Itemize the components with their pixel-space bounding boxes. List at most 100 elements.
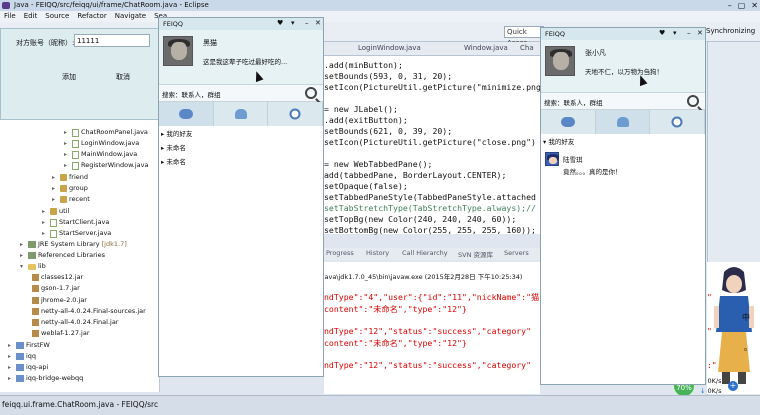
tab-servers[interactable]: Servers [504, 249, 529, 257]
console-line: ndType":"4","user":{"id":"11","nickName"… [324, 292, 540, 302]
skin-icon[interactable]: ♥ [659, 29, 665, 38]
group-item[interactable]: ▸ 我的好友 [161, 128, 192, 138]
console-tab-bar: Progress History Call Hierarchy SVN 资源库 … [324, 248, 540, 260]
contact-name: 陆雪琪 [563, 156, 583, 164]
tree-item[interactable]: ▸ LoginWindow.java [64, 138, 139, 149]
tab-progress[interactable]: Progress [326, 249, 354, 257]
console-launch-path: es\Java\jdk1.7.0_45\bin\javaw.exe (2015年… [313, 273, 523, 281]
tab-call-hierarchy[interactable]: Call Hierarchy [402, 249, 448, 257]
tree-item[interactable]: ▸ iqq [8, 351, 36, 362]
console-line: ndType":"12","status":"success","categor… [324, 360, 532, 370]
window-title-bar: Java - FEIQQ/src/feiqq/ui/frame/ChatRoom… [0, 0, 760, 11]
menu-file[interactable]: File [4, 11, 16, 22]
tree-item[interactable]: ▸ util [42, 206, 69, 217]
group-item[interactable]: ▸ 未命名 [161, 156, 186, 166]
tab-login-window[interactable]: LoginWindow.java [358, 44, 421, 52]
project-icon [16, 353, 24, 360]
close-icon[interactable]: ✕ [315, 19, 321, 28]
status-bar: feiqq.ui.frame.ChatRoom.java - FEIQQ/src [0, 395, 760, 415]
account-input[interactable]: 11111 [74, 34, 150, 47]
chat-bubble-icon [178, 109, 193, 119]
jar-icon [32, 319, 39, 326]
contacts-icon [616, 117, 629, 127]
quick-access-input[interactable]: Quick Acces [504, 26, 544, 47]
console-line: ndType":"12","status":"success","categor… [324, 326, 532, 336]
editor-tab-bar: LoginWindow.java Window.java Cha [324, 42, 540, 56]
contact-item[interactable]: 陆雪琪 竟然。。。真的是你！ [541, 148, 705, 184]
tab-history[interactable] [650, 110, 706, 134]
tab-history[interactable]: History [366, 249, 389, 257]
clock-icon [671, 116, 683, 128]
avatar[interactable] [163, 36, 193, 66]
tab-svn[interactable]: SVN 资源库 [458, 249, 493, 259]
tree-item[interactable]: ▸ Referenced Libraries [20, 250, 105, 261]
synchronizing-perspective[interactable]: Synchronizing [706, 27, 755, 35]
tree-item[interactable]: ▸ MainWindow.java [64, 149, 137, 160]
console-output: ndType":"4","user":{"id":"11","nickName"… [324, 262, 540, 394]
package-icon [60, 196, 67, 203]
tree-item[interactable]: ▸ StartClient.java [42, 217, 109, 228]
tree-item[interactable]: ▸ friend [52, 172, 88, 183]
friend-list: ▾ 我的好友 陆雪琪 竟然。。。真的是你！ [541, 134, 705, 384]
tree-item[interactable]: ▸ StartServer.java [42, 228, 111, 239]
code-line: setIcon(PictureUtil.getPicture("close.pn… [324, 137, 536, 147]
tree-item[interactable]: ▸ group [52, 183, 88, 194]
maximize-icon[interactable]: ▢ [738, 0, 746, 11]
tree-item[interactable]: netty-all-4.0.24.Final.jar [32, 317, 118, 328]
library-icon [28, 241, 36, 248]
minimize-icon[interactable]: – [728, 0, 732, 11]
menu-refactor[interactable]: Refactor [77, 11, 106, 22]
avatar[interactable] [545, 46, 575, 76]
search-icon[interactable] [687, 95, 699, 107]
project-icon [16, 375, 24, 382]
tree-item[interactable]: ▸ ChatRoomPanel.java [64, 127, 148, 138]
add-button[interactable]: 添加 [62, 72, 76, 82]
menu-edit[interactable]: Edit [24, 11, 38, 22]
tree-item[interactable]: netty-all-4.0.24.Final-sources.jar [32, 306, 146, 317]
minimize-icon[interactable]: – [687, 29, 691, 38]
tree-item[interactable]: ▸ RegisterWindow.java [64, 160, 148, 171]
contact-search[interactable]: 搜索：联系人，群组 [159, 84, 323, 102]
tree-item[interactable]: weblaf-1.27.jar [32, 328, 90, 339]
group-item[interactable]: ▾ 我的好友 [543, 136, 574, 146]
tab-contacts[interactable] [214, 102, 269, 126]
skin-icon[interactable]: ♥ [277, 19, 283, 28]
tab-history[interactable] [268, 102, 324, 126]
chinese-char: 。 [744, 343, 752, 352]
tab-contacts[interactable] [595, 110, 651, 134]
code-line: setOpaque(false); [324, 181, 408, 191]
menu-navigate[interactable]: Navigate [115, 11, 146, 22]
chevron-down-icon[interactable]: ▾ [673, 29, 677, 38]
code-line: setBottomBg(new Color(255, 255, 255, 160… [324, 225, 536, 235]
chevron-down-icon[interactable]: ▾ [291, 19, 295, 28]
user-signature[interactable]: 这是我这辈子吃过最好吃的... [203, 56, 287, 66]
tree-item[interactable]: ▸ JRE System Library [jdk1.7] [20, 239, 127, 250]
close-icon[interactable]: ✕ [697, 29, 703, 38]
tree-item[interactable]: ▸ recent [52, 194, 90, 205]
tree-item[interactable]: jhrome-2.0.jar [32, 295, 87, 306]
search-icon[interactable] [305, 87, 317, 99]
group-item[interactable]: ▸ 未命名 [161, 142, 186, 152]
code-editor[interactable]: .add(minButton); setBounds(593, 0, 31, 2… [324, 56, 541, 235]
user-signature[interactable]: 天地不仁，以万物为刍狗！ [585, 66, 663, 76]
plus-icon[interactable]: + [728, 381, 738, 391]
close-icon[interactable]: ✕ [751, 0, 758, 11]
minimize-icon[interactable]: – [305, 19, 309, 28]
tab-chatroom[interactable]: Cha [520, 44, 534, 52]
package-icon [50, 208, 57, 215]
tree-item[interactable]: ▸ FirstFW [8, 340, 50, 351]
package-icon [60, 185, 67, 192]
tab-recent-chats[interactable] [541, 110, 596, 134]
friend-group-list: ▸ 我的好友 ▸ 未命名 ▸ 未命名 [159, 126, 323, 376]
tree-item[interactable]: gson-1.7.jar [32, 283, 80, 294]
menu-source[interactable]: Source [45, 11, 69, 22]
tree-item[interactable]: ▸ iqq-bridge-webqq [8, 373, 83, 384]
tab-window[interactable]: Window.java [464, 44, 508, 52]
tree-item[interactable]: ▾ lib [20, 261, 46, 272]
contact-search[interactable]: 搜索：联系人，群组 [541, 92, 705, 110]
tab-recent-chats[interactable] [159, 102, 214, 126]
cancel-button[interactable]: 取消 [116, 72, 130, 82]
tree-item[interactable]: classes12.jar [32, 272, 83, 283]
code-line: add(tabbedPane, BorderLayout.CENTER); [324, 170, 507, 180]
tree-item[interactable]: ▸ iqq-api [8, 362, 48, 373]
